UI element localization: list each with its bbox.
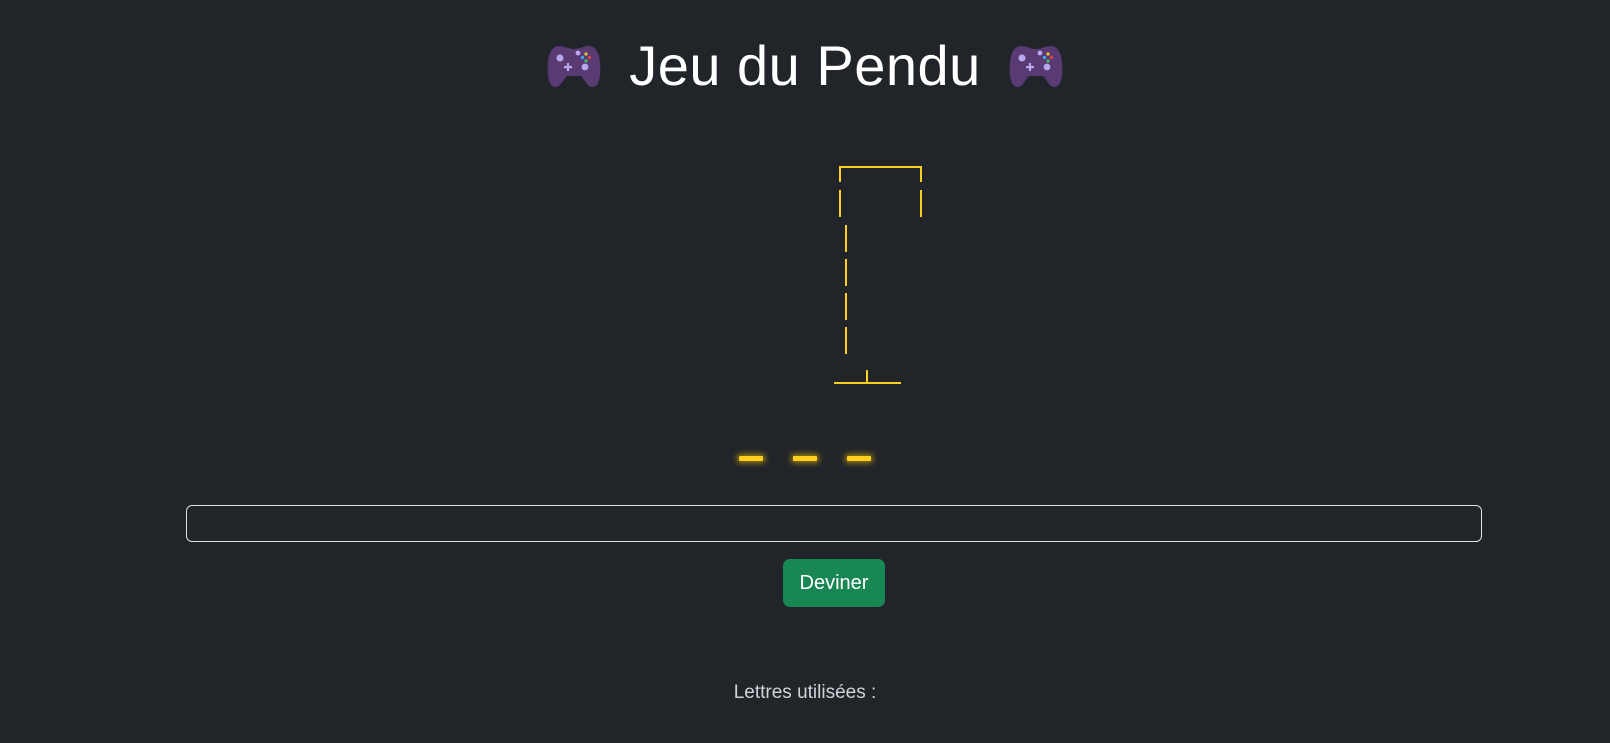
letter-slot [739, 456, 763, 461]
hidden-word [0, 456, 1610, 461]
gamepad-icon [547, 46, 601, 88]
letter-slot [847, 456, 871, 461]
header: Jeu du Pendu [0, 26, 1610, 106]
page-title: Jeu du Pendu [629, 34, 981, 97]
gamepad-icon [1009, 46, 1063, 88]
letter-slot [793, 456, 817, 461]
guess-button[interactable]: Deviner [783, 559, 885, 607]
used-letters-label: Lettres utilisées : [733, 682, 877, 703]
guess-input[interactable] [186, 505, 1482, 542]
gallows-drawing [834, 166, 922, 384]
used-letters: Lettres utilisées : [0, 682, 1610, 704]
hangman-game-page: Jeu du Pendu Deviner Lettres utilisées: [0, 0, 1610, 743]
